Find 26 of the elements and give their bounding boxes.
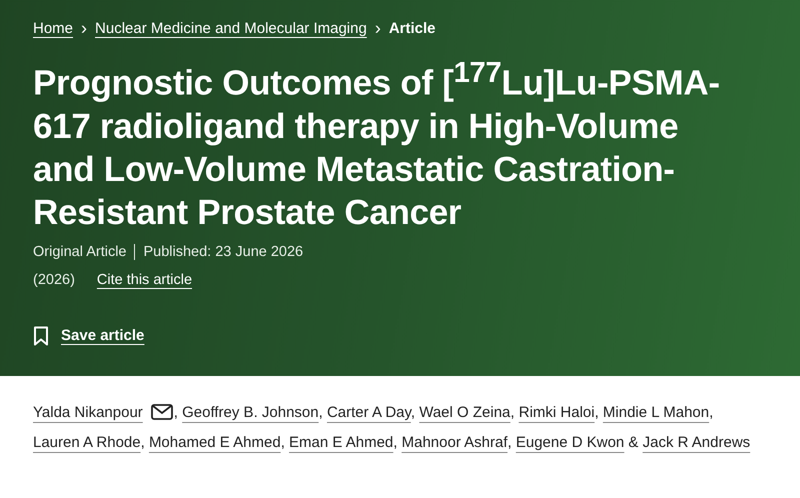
author-link[interactable]: Lauren A Rhode <box>33 434 141 451</box>
author-list: Yalda Nikanpour , Geoffrey B. Johnson, Carter A Day, Wael O Zeina, Rimki Haloi, Mindie L Mahon, Lauren A Rhode, Mohamed E Ahmed, Eman E Ahmed, Mahnoor Ashraf, Eugene D Kwon & Jack R Andrews <box>33 398 768 458</box>
publish-date: Published: 23 June 2026 <box>143 244 304 260</box>
author-link[interactable]: Eugene D Kwon <box>516 434 624 451</box>
author-link[interactable]: Rimki Haloi <box>518 404 595 421</box>
breadcrumb-separator: › <box>374 18 381 38</box>
author-link[interactable]: Wael O Zeina <box>419 404 510 421</box>
breadcrumb-current: Article <box>388 20 436 36</box>
author-link[interactable]: Geoffrey B. Johnson <box>182 404 319 421</box>
save-article-link[interactable]: Save article <box>61 327 144 344</box>
email-icon[interactable] <box>150 404 173 420</box>
author-link[interactable]: Carter A Day <box>326 404 411 421</box>
breadcrumb-link[interactable]: Nuclear Medicine and Molecular Imaging <box>95 20 367 36</box>
cite-link[interactable]: Cite this article <box>96 272 192 288</box>
breadcrumb-separator: › <box>81 18 88 38</box>
bookmark-icon[interactable] <box>33 326 49 346</box>
author-link[interactable]: Mahnoor Ashraf <box>402 434 508 451</box>
article-type: Original Article <box>33 244 126 260</box>
author-link[interactable]: Jack R Andrews <box>642 434 750 451</box>
breadcrumb-link[interactable]: Home <box>33 20 74 36</box>
author-link[interactable]: Mohamed E Ahmed <box>148 434 281 451</box>
author-link[interactable]: Eman E Ahmed <box>289 434 394 451</box>
author-link[interactable]: Yalda Nikanpour <box>33 404 143 421</box>
article-year: (2026) <box>33 272 75 288</box>
author-link[interactable]: Mindie L Mahon <box>602 404 710 421</box>
article-title: Prognostic Outcomes of [$^{177}$Lu]Lu-PSMA-617 radioligand therapy in High-Volume and Low-Volume Metastatic Castration-Resistant Prostate Cancer <box>33 56 721 234</box>
